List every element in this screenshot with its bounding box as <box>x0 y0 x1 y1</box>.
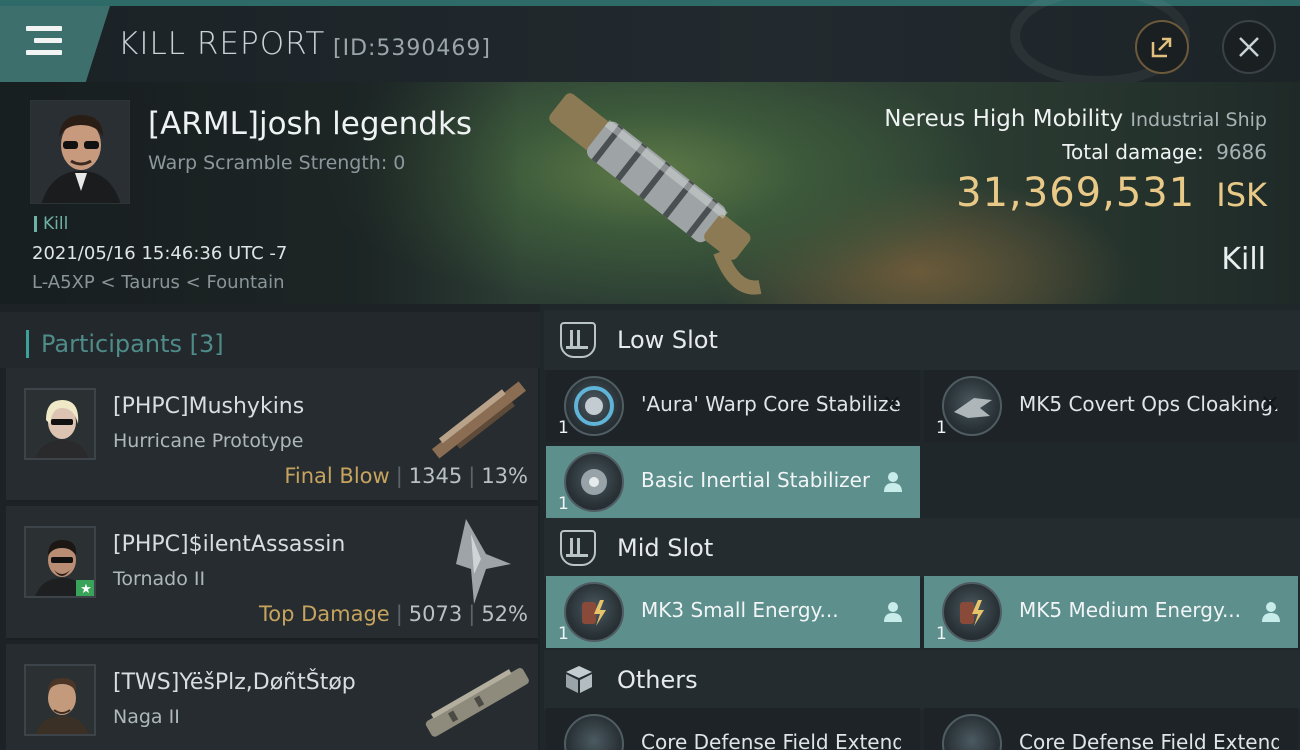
module-item[interactable]: 1 MK5 Covert Ops Cloaking... ✕ <box>924 370 1298 442</box>
person-icon <box>1262 602 1280 622</box>
mid-slot-title: Mid Slot <box>617 534 714 562</box>
victim-name[interactable]: [ARML]josh legendks <box>148 106 472 142</box>
participant-avatar <box>24 388 96 460</box>
slot-shield-icon <box>560 322 596 358</box>
close-button[interactable] <box>1222 20 1276 74</box>
participant-damage: 5073 <box>408 602 463 626</box>
destroyed-x-icon: ✕ <box>1259 390 1280 418</box>
total-damage: Total damage: 9686 <box>1062 140 1267 164</box>
module-name: Core Defense Field Extende... <box>1019 730 1279 750</box>
energy-module-icon <box>942 582 1002 642</box>
participant-stats: Top Damage | 5073 | 52% <box>258 602 528 626</box>
menu-button[interactable] <box>0 6 110 82</box>
participant-row[interactable]: [TWS]YëšPlz,DøñtŠtøp Naga II <box>6 644 538 750</box>
module-quantity: 1 <box>558 494 569 514</box>
module-name: MK5 Medium Energy... <box>1019 598 1242 622</box>
module-item[interactable]: Core Defense Field Extende... <box>546 708 920 750</box>
low-slot-title: Low Slot <box>617 326 718 354</box>
warp-core-stabilizer-icon <box>564 376 624 436</box>
participant-ship-image <box>431 381 527 459</box>
others-header: Others <box>544 650 1300 710</box>
total-damage-label: Total damage: <box>1062 140 1204 164</box>
participant-avatar: ★ <box>24 526 96 598</box>
low-slot-header: Low Slot <box>544 310 1300 370</box>
kill-location[interactable]: L-A5XP < Taurus < Fountain <box>32 272 285 293</box>
participant-role: Top Damage <box>258 602 390 626</box>
victim-ship[interactable]: Nereus High Mobility Industrial Ship <box>884 106 1267 132</box>
isk-amount: 31,369,531 <box>956 170 1196 216</box>
shield-extender-icon <box>564 714 624 750</box>
module-quantity: 1 <box>558 624 569 644</box>
participant-damage: 1345 <box>408 464 463 488</box>
slot-shield-icon <box>560 530 596 566</box>
participant-stats: Final Blow | 1345 | 13% <box>284 464 528 488</box>
module-name: Core Defense Field Extende... <box>641 730 901 750</box>
kill-tag: Kill <box>34 216 68 233</box>
module-item[interactable]: Core Defense Field Extende... <box>924 708 1298 750</box>
person-icon <box>884 472 902 492</box>
top-bar: KILL REPORT [ID:5390469] <box>0 0 1300 86</box>
share-icon <box>1151 37 1172 58</box>
report-id: [ID:5390469] <box>333 36 491 61</box>
module-item[interactable]: 1 'Aura' Warp Core Stabilizer ✕ <box>546 370 920 442</box>
module-name: MK5 Covert Ops Cloaking... <box>1019 392 1279 416</box>
total-damage-value: 9686 <box>1216 140 1267 164</box>
participants-header: Participants [3] <box>0 312 540 368</box>
participant-name[interactable]: [PHPC]Mushykins <box>113 394 304 419</box>
close-icon <box>1239 37 1259 57</box>
participant-ship-image <box>425 668 529 737</box>
others-title: Others <box>617 666 698 694</box>
mid-slot-header: Mid Slot <box>544 518 1300 578</box>
module-name: Basic Inertial Stabilizer <box>641 468 871 492</box>
kill-datetime: 2021/05/16 15:46:36 UTC -7 <box>32 243 288 264</box>
person-icon <box>884 602 902 622</box>
fitting-panel: Low Slot 1 'Aura' Warp Core Stabilizer ✕… <box>540 304 1300 750</box>
page-title: KILL REPORT <box>118 26 326 62</box>
cube-icon <box>566 666 592 693</box>
participant-percent: 13% <box>481 464 528 488</box>
module-quantity: 1 <box>936 418 947 438</box>
cloaking-device-icon <box>942 376 1002 436</box>
participant-avatar <box>24 664 96 736</box>
module-quantity: 1 <box>558 418 569 438</box>
kill-banner: [ARML]josh legendks Warp Scramble Streng… <box>0 82 1300 304</box>
warp-scramble-strength: Warp Scramble Strength: 0 <box>148 152 406 174</box>
module-name: MK3 Small Energy... <box>641 598 839 622</box>
participant-percent: 52% <box>481 602 528 626</box>
participant-ship-image <box>456 519 511 604</box>
result-label: Kill <box>1221 242 1266 277</box>
victim-ship-image <box>549 93 762 295</box>
module-name: 'Aura' Warp Core Stabilizer <box>641 392 901 416</box>
victim-avatar[interactable] <box>30 100 130 204</box>
shield-extender-icon <box>942 714 1002 750</box>
participants-count: [3] <box>189 330 224 358</box>
isk-unit: ISK <box>1216 176 1267 214</box>
ship-class: Industrial Ship <box>1130 109 1267 131</box>
participant-row[interactable]: ★ [PHPC]$ilentAssassin Tornado II Top Da… <box>6 506 538 640</box>
module-quantity: 1 <box>936 624 947 644</box>
participants-panel: Participants [3] [PHPC]Mushykins Hurrica… <box>0 304 540 750</box>
participant-role: Final Blow <box>284 464 390 488</box>
inertial-stabilizer-icon <box>564 452 624 512</box>
participants-title: Participants [3] <box>26 330 224 358</box>
participant-ship: Tornado II <box>113 568 206 590</box>
participant-row[interactable]: [PHPC]Mushykins Hurricane Prototype Fina… <box>6 368 538 502</box>
ship-name: Nereus High Mobility <box>884 106 1124 132</box>
module-item[interactable]: 1 MK5 Medium Energy... <box>924 576 1298 648</box>
participant-ship: Naga II <box>113 706 180 728</box>
participant-ship: Hurricane Prototype <box>113 430 304 452</box>
isk-value: 31,369,531 ISK <box>956 170 1267 216</box>
participant-name[interactable]: [PHPC]$ilentAssassin <box>113 532 345 557</box>
participant-name[interactable]: [TWS]YëšPlz,DøñtŠtøp <box>113 670 356 695</box>
energy-module-icon <box>564 582 624 642</box>
module-item[interactable]: 1 MK3 Small Energy... <box>546 576 920 648</box>
module-item[interactable]: 1 Basic Inertial Stabilizer <box>546 446 920 518</box>
destroyed-x-icon: ✕ <box>881 390 902 418</box>
share-button[interactable] <box>1135 20 1189 74</box>
star-badge-icon: ★ <box>76 580 94 596</box>
